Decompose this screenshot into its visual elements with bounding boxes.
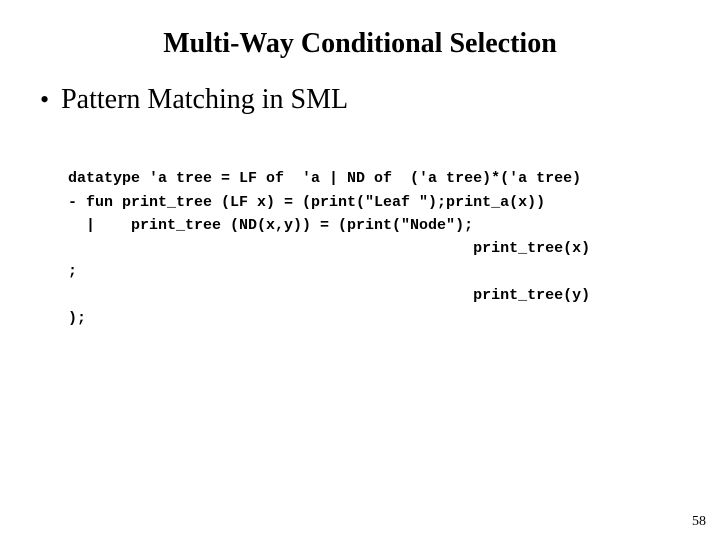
code-line: - fun print_tree (LF x) = (print("Leaf "… [68, 194, 545, 211]
slide-title: Multi-Way Conditional Selection [40, 28, 680, 60]
code-line: datatype 'a tree = LF of 'a | ND of ('a … [68, 170, 581, 187]
slide: Multi-Way Conditional Selection • Patter… [0, 0, 720, 540]
code-line: print_tree(x) [68, 240, 590, 257]
code-line: ); [68, 310, 86, 327]
bullet-text: Pattern Matching in SML [61, 84, 348, 116]
code-line: | print_tree (ND(x,y)) = (print("Node"); [68, 217, 473, 234]
code-line: print_tree(y) [68, 287, 590, 304]
page-number: 58 [692, 514, 706, 530]
code-line: ; [68, 263, 77, 280]
code-block: datatype 'a tree = LF of 'a | ND of ('a … [68, 144, 680, 330]
bullet-dot-icon: • [40, 84, 49, 116]
bullet-item: • Pattern Matching in SML [40, 84, 680, 116]
